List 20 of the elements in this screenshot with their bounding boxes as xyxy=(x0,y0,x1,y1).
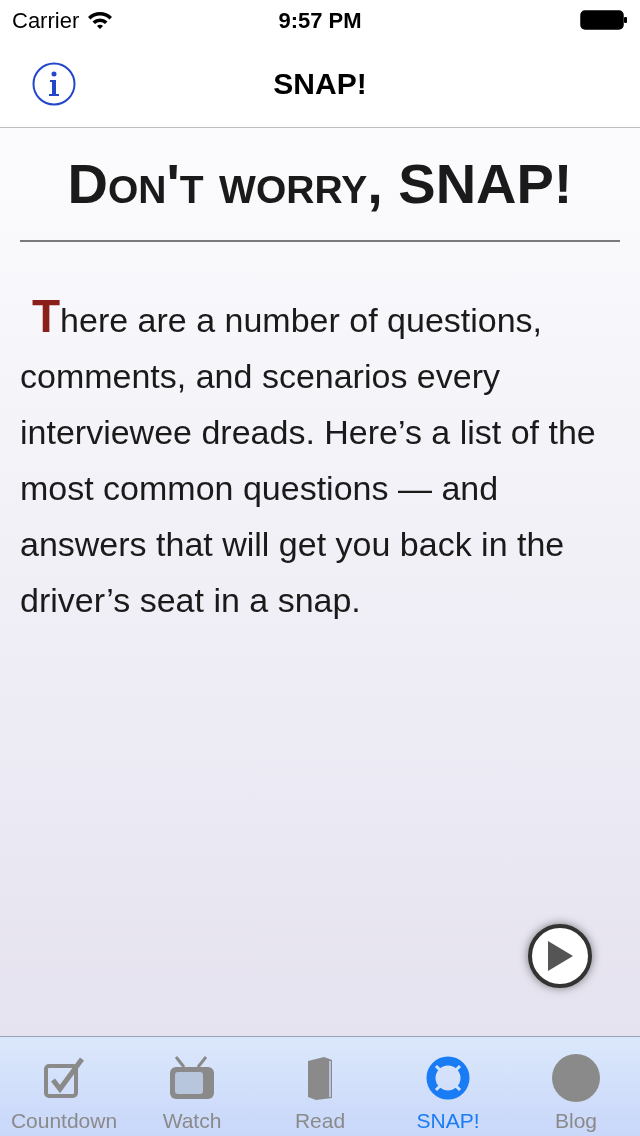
info-icon xyxy=(32,61,76,106)
wifi-icon xyxy=(87,10,114,30)
tv-icon xyxy=(168,1055,216,1101)
circle-icon xyxy=(551,1053,601,1103)
tab[interactable]: Watch xyxy=(128,1037,256,1136)
play-button[interactable] xyxy=(528,924,592,988)
carrier-text: Carrier xyxy=(12,6,80,35)
tab[interactable]: SNAP! xyxy=(384,1037,512,1136)
battery-icon xyxy=(580,10,628,30)
lifebuoy-icon xyxy=(425,1055,471,1101)
clock-text: 9:57 PM xyxy=(278,6,362,35)
article-text: There are a number of questions, comments, and scenarios every interviewee dreads. Here’s a list of the most common questions — and answers that will get you back in the driver’s seat in a snap. xyxy=(20,289,597,621)
info-button[interactable] xyxy=(32,61,76,106)
article-heading: Don't worry, SNAP! xyxy=(67,151,573,217)
checkbox-icon xyxy=(42,1056,86,1100)
nav-title: SNAP! xyxy=(273,66,367,102)
tab[interactable]: Blog xyxy=(512,1037,640,1136)
play-icon xyxy=(546,940,574,972)
tab[interactable]: Read xyxy=(256,1037,384,1136)
tab[interactable]: Countdown xyxy=(0,1037,128,1136)
